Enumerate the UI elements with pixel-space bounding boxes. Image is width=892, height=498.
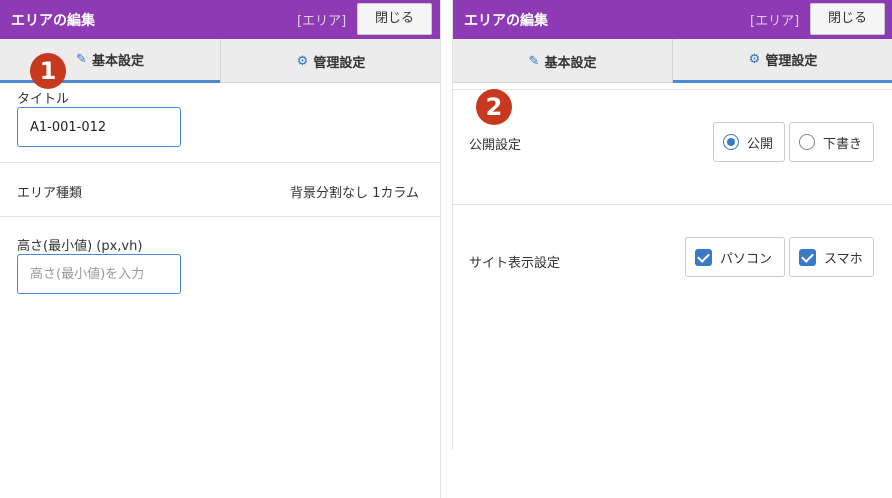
tab-admin-settings[interactable]: ⚙ 管理設定	[673, 39, 892, 83]
tab-label: 基本設定	[91, 54, 144, 69]
panel-title: エリアの編集	[464, 13, 548, 29]
pc-checkbox-option[interactable]: パソコン	[685, 237, 785, 277]
panel-title: エリアの編集	[11, 13, 95, 29]
area-tag: [エリア]	[750, 14, 800, 29]
publish-radio-option[interactable]: 公開	[713, 122, 785, 162]
divider	[0, 216, 440, 217]
title-input[interactable]	[17, 107, 181, 147]
tab-label: 管理設定	[313, 55, 366, 71]
site-display-label: サイト表示設定	[469, 256, 561, 271]
tab-label: 基本設定	[544, 55, 597, 71]
close-button[interactable]: 閉じる	[357, 3, 432, 35]
checkbox-checked-icon	[695, 248, 712, 266]
divider	[453, 89, 892, 90]
tab-bar: ✎ 基本設定 ⚙ 管理設定	[0, 39, 440, 83]
radio-selected-icon	[723, 134, 739, 150]
checkbox-checked-icon	[799, 248, 816, 266]
option-label: スマホ	[824, 251, 863, 267]
option-label: 公開	[747, 136, 774, 152]
draft-radio-option[interactable]: 下書き	[789, 122, 874, 162]
divider	[453, 204, 892, 205]
area-tag: [エリア]	[297, 14, 347, 29]
height-label: 高さ(最小値) (px,vh)	[17, 239, 143, 254]
title-label: タイトル	[17, 92, 70, 107]
radio-unselected-icon	[799, 134, 815, 150]
tab-bar: ✎ 基本設定 ⚙ 管理設定	[453, 39, 892, 83]
smartphone-checkbox-option[interactable]: スマホ	[789, 237, 874, 277]
divider	[0, 162, 440, 163]
tab-admin-settings[interactable]: ⚙ 管理設定	[221, 39, 441, 83]
panel-header: エリアの編集 [エリア] 閉じる	[0, 0, 440, 39]
edit-icon: ✎	[528, 53, 540, 69]
close-button[interactable]: 閉じる	[810, 3, 885, 35]
step-badge: 2	[476, 89, 512, 125]
edit-area-panel-basic: エリアの編集 [エリア] 閉じる ✎ 基本設定 ⚙ 管理設定 1 タイトル エリ…	[0, 0, 441, 498]
edit-icon: ✎	[76, 52, 87, 67]
panel-header: エリアの編集 [エリア] 閉じる	[453, 0, 892, 39]
tab-label: 管理設定	[765, 54, 818, 69]
height-input[interactable]	[17, 254, 181, 294]
step-badge: 1	[30, 53, 66, 89]
area-type-label: エリア種類	[17, 186, 83, 201]
edit-area-panel-admin: エリアの編集 [エリア] 閉じる ✎ 基本設定 ⚙ 管理設定 2 公開設定 公開…	[452, 0, 892, 450]
gear-icon: ⚙	[748, 52, 761, 67]
area-type-value: 背景分割なし 1カラム	[289, 186, 419, 201]
option-label: パソコン	[720, 251, 773, 267]
publish-setting-label: 公開設定	[469, 138, 522, 153]
tab-basic-settings[interactable]: ✎ 基本設定	[453, 39, 672, 83]
gear-icon: ⚙	[296, 53, 309, 69]
option-label: 下書き	[823, 136, 863, 152]
